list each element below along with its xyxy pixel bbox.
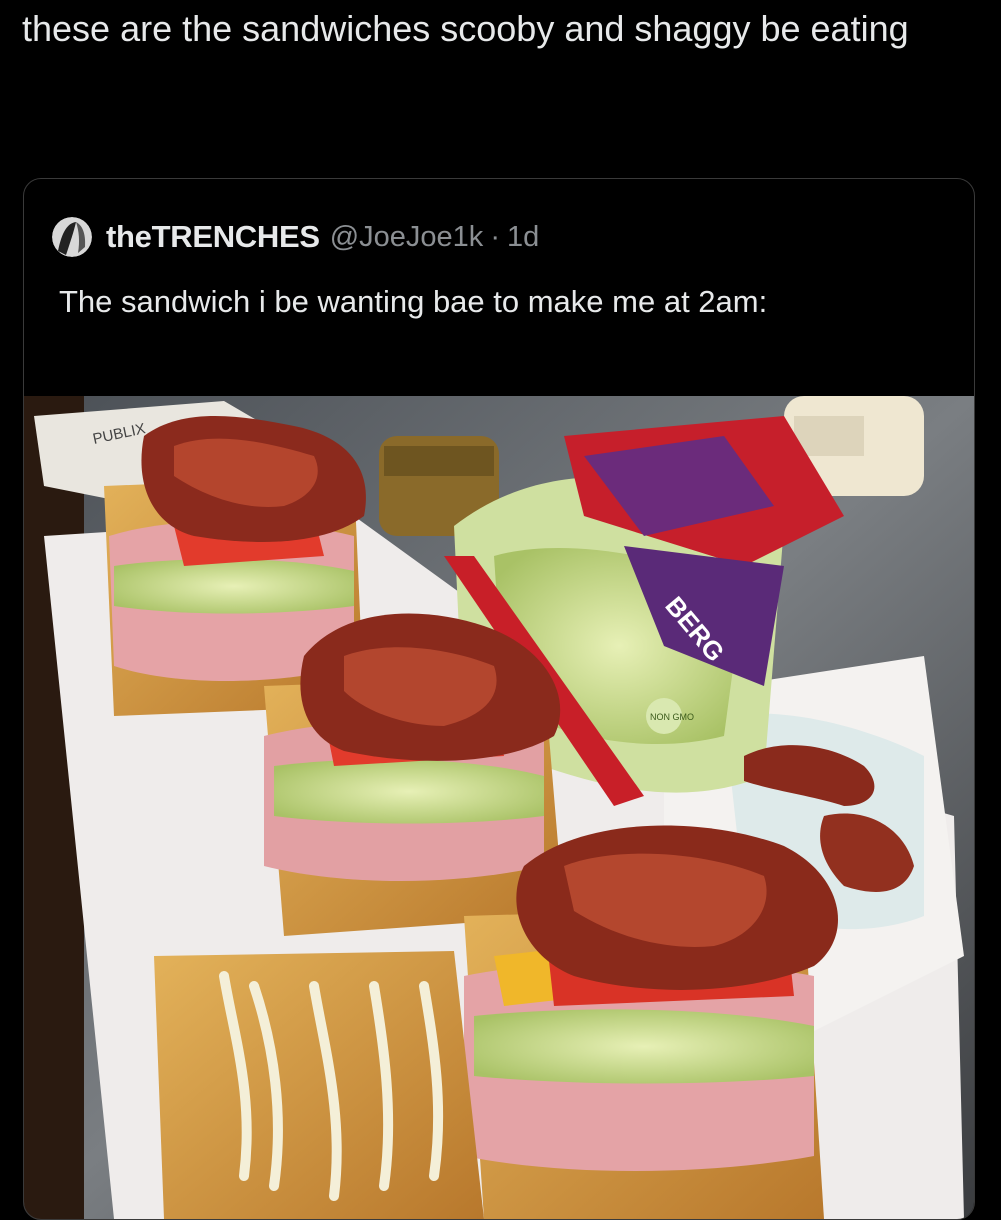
sandwich-front [464,825,838,1219]
meme-caption: these are the sandwiches scooby and shag… [22,8,909,49]
sandwich-photo[interactable]: PUBLIX BERG NON GMO [24,396,974,1219]
non-gmo-badge: NON GMO [650,712,694,722]
quoted-tweet-header: theTRENCHES @JoeJoe1k · 1d [52,215,539,259]
tweet-age[interactable]: 1d [507,221,539,254]
quoted-tweet-text: The sandwich i be wanting bae to make me… [59,284,768,319]
quoted-tweet-card[interactable]: theTRENCHES @JoeJoe1k · 1d The sandwich … [23,178,975,1220]
author-avatar[interactable] [52,217,92,257]
author-handle[interactable]: @JoeJoe1k [330,221,484,254]
meta-separator: · [490,220,500,253]
author-display-name[interactable]: theTRENCHES [106,219,320,255]
toast-with-mayo [154,951,484,1219]
